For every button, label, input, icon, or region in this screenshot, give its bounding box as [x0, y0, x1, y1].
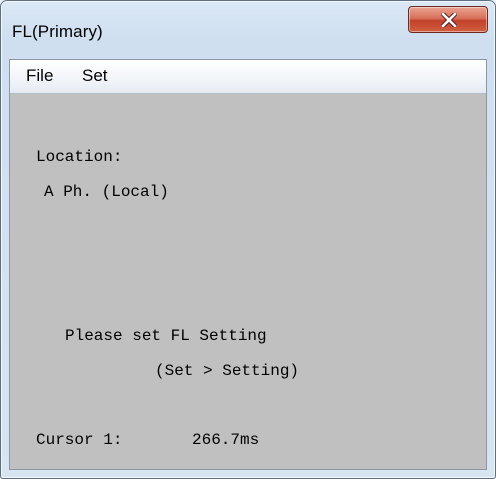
title-bar[interactable]: FL(Primary)	[1, 1, 495, 59]
close-icon	[441, 13, 457, 27]
location-label: Location:	[36, 148, 123, 166]
menu-bar: File Set	[10, 60, 486, 94]
cursor-value: 266.7ms	[192, 431, 260, 449]
location-value: A Ph. (Local)	[44, 183, 169, 201]
menu-file[interactable]: File	[24, 66, 55, 86]
cursor-label: Cursor 1:	[36, 431, 123, 449]
client-area: File Set Location: A Ph. (Local) Please …	[9, 59, 487, 470]
display-panel: Location: A Ph. (Local) Please set FL Se…	[10, 94, 486, 469]
close-button[interactable]	[408, 6, 488, 33]
window-title: FL(Primary)	[12, 22, 103, 41]
fl-primary-window: FL(Primary) File Set Location: A Ph. (Lo…	[0, 0, 496, 479]
setting-prompt-line1: Please set FL Setting	[65, 327, 267, 345]
setting-prompt-line2: (Set > Setting)	[155, 362, 300, 380]
menu-set[interactable]: Set	[80, 66, 110, 86]
